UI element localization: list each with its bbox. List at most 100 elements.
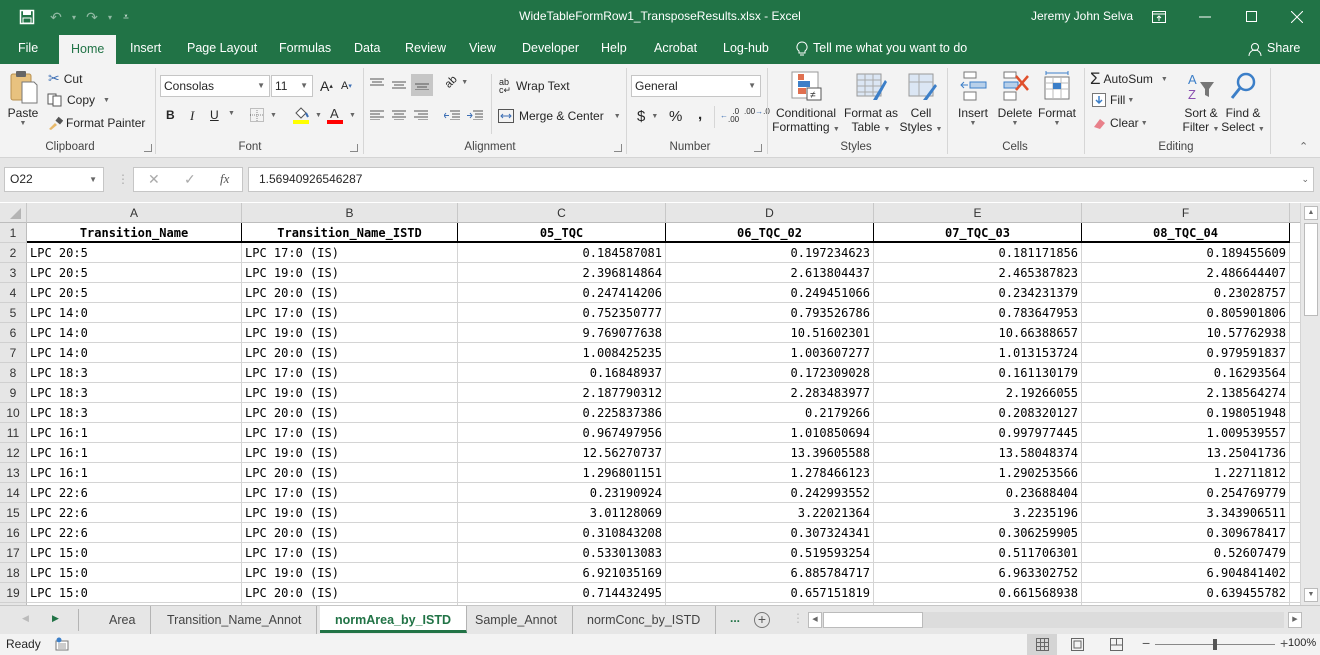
numeric-cell[interactable]: 0.639455782 [1082,583,1290,603]
numeric-cell[interactable]: 6.904841402 [1082,563,1290,583]
numeric-cell[interactable]: 2.613804437 [666,263,874,283]
row-header[interactable]: 9 [0,383,27,403]
text-cell[interactable]: LPC 17:0 (IS) [242,543,458,563]
numeric-cell[interactable]: 1.013153724 [874,343,1082,363]
scroll-left-button[interactable]: ◀ [808,612,822,628]
row-header[interactable]: 11 [0,423,27,443]
numeric-cell[interactable]: 2.187790312 [458,383,666,403]
orientation-button[interactable]: ab ▼ [443,73,469,90]
enter-checkmark-icon[interactable]: ✓ [184,171,196,188]
tab-insert[interactable]: Insert [122,33,169,64]
text-cell[interactable]: LPC 19:0 (IS) [242,563,458,583]
scroll-up-button[interactable]: ▲ [1304,206,1318,220]
numeric-cell[interactable]: 0.208320127 [874,403,1082,423]
numeric-cell[interactable]: 0.23688404 [874,483,1082,503]
number-format-select[interactable]: General ▼ [631,75,761,97]
column-header-g[interactable] [1290,203,1300,223]
next-sheet-icon[interactable]: ▶ [52,613,59,624]
numeric-cell[interactable]: 2.465387823 [874,263,1082,283]
text-cell[interactable]: LPC 16:1 [27,443,242,463]
formula-bar-grip-icon[interactable]: ⋮ [117,172,129,186]
text-cell[interactable]: LPC 19:0 (IS) [242,503,458,523]
numeric-cell[interactable]: 1.290253566 [874,463,1082,483]
text-cell[interactable]: LPC 15:0 [27,543,242,563]
column-header-b[interactable]: B [242,203,458,223]
text-cell[interactable]: LPC 17:0 (IS) [242,363,458,383]
vertical-scrollbar[interactable]: ▲ ▼ [1300,203,1320,605]
row-header[interactable]: 18 [0,563,27,583]
numeric-cell[interactable]: 1.003607277 [666,343,874,363]
row-header[interactable]: 17 [0,543,27,563]
tab-acrobat[interactable]: Acrobat [646,33,705,64]
numeric-cell[interactable]: 13.39605588 [666,443,874,463]
row-header[interactable]: 1 [0,223,27,243]
number-launcher-icon[interactable] [754,144,762,152]
fill-color-button[interactable]: ▼ [293,106,322,124]
numeric-cell[interactable]: 0.967497956 [458,423,666,443]
select-all-corner[interactable] [0,203,27,223]
text-cell[interactable]: LPC 20:0 (IS) [242,343,458,363]
cancel-icon[interactable]: ✕ [148,171,160,188]
tab-formulas[interactable]: Formulas [271,33,339,64]
text-cell[interactable]: LPC 20:0 (IS) [242,523,458,543]
row-header[interactable]: 6 [0,323,27,343]
zoom-level[interactable]: 100% [1288,637,1316,649]
numeric-cell[interactable]: 0.533013083 [458,543,666,563]
numeric-cell[interactable]: 0.2179266 [666,403,874,423]
header-cell[interactable]: 05_TQC [458,223,666,243]
tab-help[interactable]: Help [593,33,635,64]
numeric-cell[interactable]: 0.225837386 [458,403,666,423]
numeric-cell[interactable]: 1.22711812 [1082,463,1290,483]
tell-me-search[interactable]: Tell me what you want to do [788,33,975,64]
text-cell[interactable]: LPC 20:0 (IS) [242,403,458,423]
alignment-launcher-icon[interactable] [614,144,622,152]
sheet-tab-sample-annot[interactable]: Sample_Annot [460,606,574,634]
header-cell[interactable]: Transition_Name [27,223,242,243]
row-header[interactable]: 8 [0,363,27,383]
text-cell[interactable]: LPC 17:0 (IS) [242,303,458,323]
numeric-cell[interactable]: 2.396814864 [458,263,666,283]
tab-view[interactable]: View [461,33,504,64]
row-header[interactable]: 12 [0,443,27,463]
sheet-tab-transition-name-annot[interactable]: Transition_Name_Annot [152,606,318,634]
row-header[interactable]: 16 [0,523,27,543]
tab-log-hub[interactable]: Log-hub [715,33,777,64]
text-cell[interactable]: LPC 20:0 (IS) [242,583,458,603]
numeric-cell[interactable]: 10.66388657 [874,323,1082,343]
cell[interactable] [1290,283,1300,303]
text-cell[interactable]: LPC 16:1 [27,463,242,483]
numeric-cell[interactable]: 0.16293564 [1082,363,1290,383]
numeric-cell[interactable]: 0.793526786 [666,303,874,323]
more-sheets-button[interactable]: ... [730,611,740,625]
italic-button[interactable]: I [190,108,194,124]
percent-button[interactable]: % [669,108,682,125]
row-header[interactable]: 4 [0,283,27,303]
align-center-button[interactable] [392,110,406,120]
tab-split-grip-icon[interactable]: ⋮ [792,611,804,625]
autosum-button[interactable]: Σ AutoSum ▼ [1090,69,1168,89]
decrease-indent-button[interactable] [444,110,460,120]
numeric-cell[interactable]: 0.242993552 [666,483,874,503]
numeric-cell[interactable]: 6.921035169 [458,563,666,583]
row-header[interactable]: 19 [0,583,27,603]
numeric-cell[interactable]: 6.963302752 [874,563,1082,583]
text-cell[interactable]: LPC 14:0 [27,323,242,343]
numeric-cell[interactable]: 0.189455609 [1082,243,1290,263]
numeric-cell[interactable]: 1.008425235 [458,343,666,363]
name-box[interactable]: O22 ▼ [4,167,104,192]
cell[interactable] [1290,503,1300,523]
column-header-e[interactable]: E [874,203,1082,223]
tab-developer[interactable]: Developer [514,33,587,64]
share-button[interactable]: Share [1240,33,1308,64]
numeric-cell[interactable]: 0.805901806 [1082,303,1290,323]
copy-dropdown-icon[interactable]: ▼ [103,97,110,104]
text-cell[interactable]: LPC 17:0 (IS) [242,483,458,503]
text-cell[interactable]: LPC 15:0 [27,563,242,583]
numeric-cell[interactable]: 0.254769779 [1082,483,1290,503]
numeric-cell[interactable]: 1.296801151 [458,463,666,483]
numeric-cell[interactable]: 0.661568938 [874,583,1082,603]
numeric-cell[interactable]: 0.197234623 [666,243,874,263]
numeric-cell[interactable]: 0.161130179 [874,363,1082,383]
user-name[interactable]: Jeremy John Selva [1031,9,1133,23]
numeric-cell[interactable]: 0.979591837 [1082,343,1290,363]
